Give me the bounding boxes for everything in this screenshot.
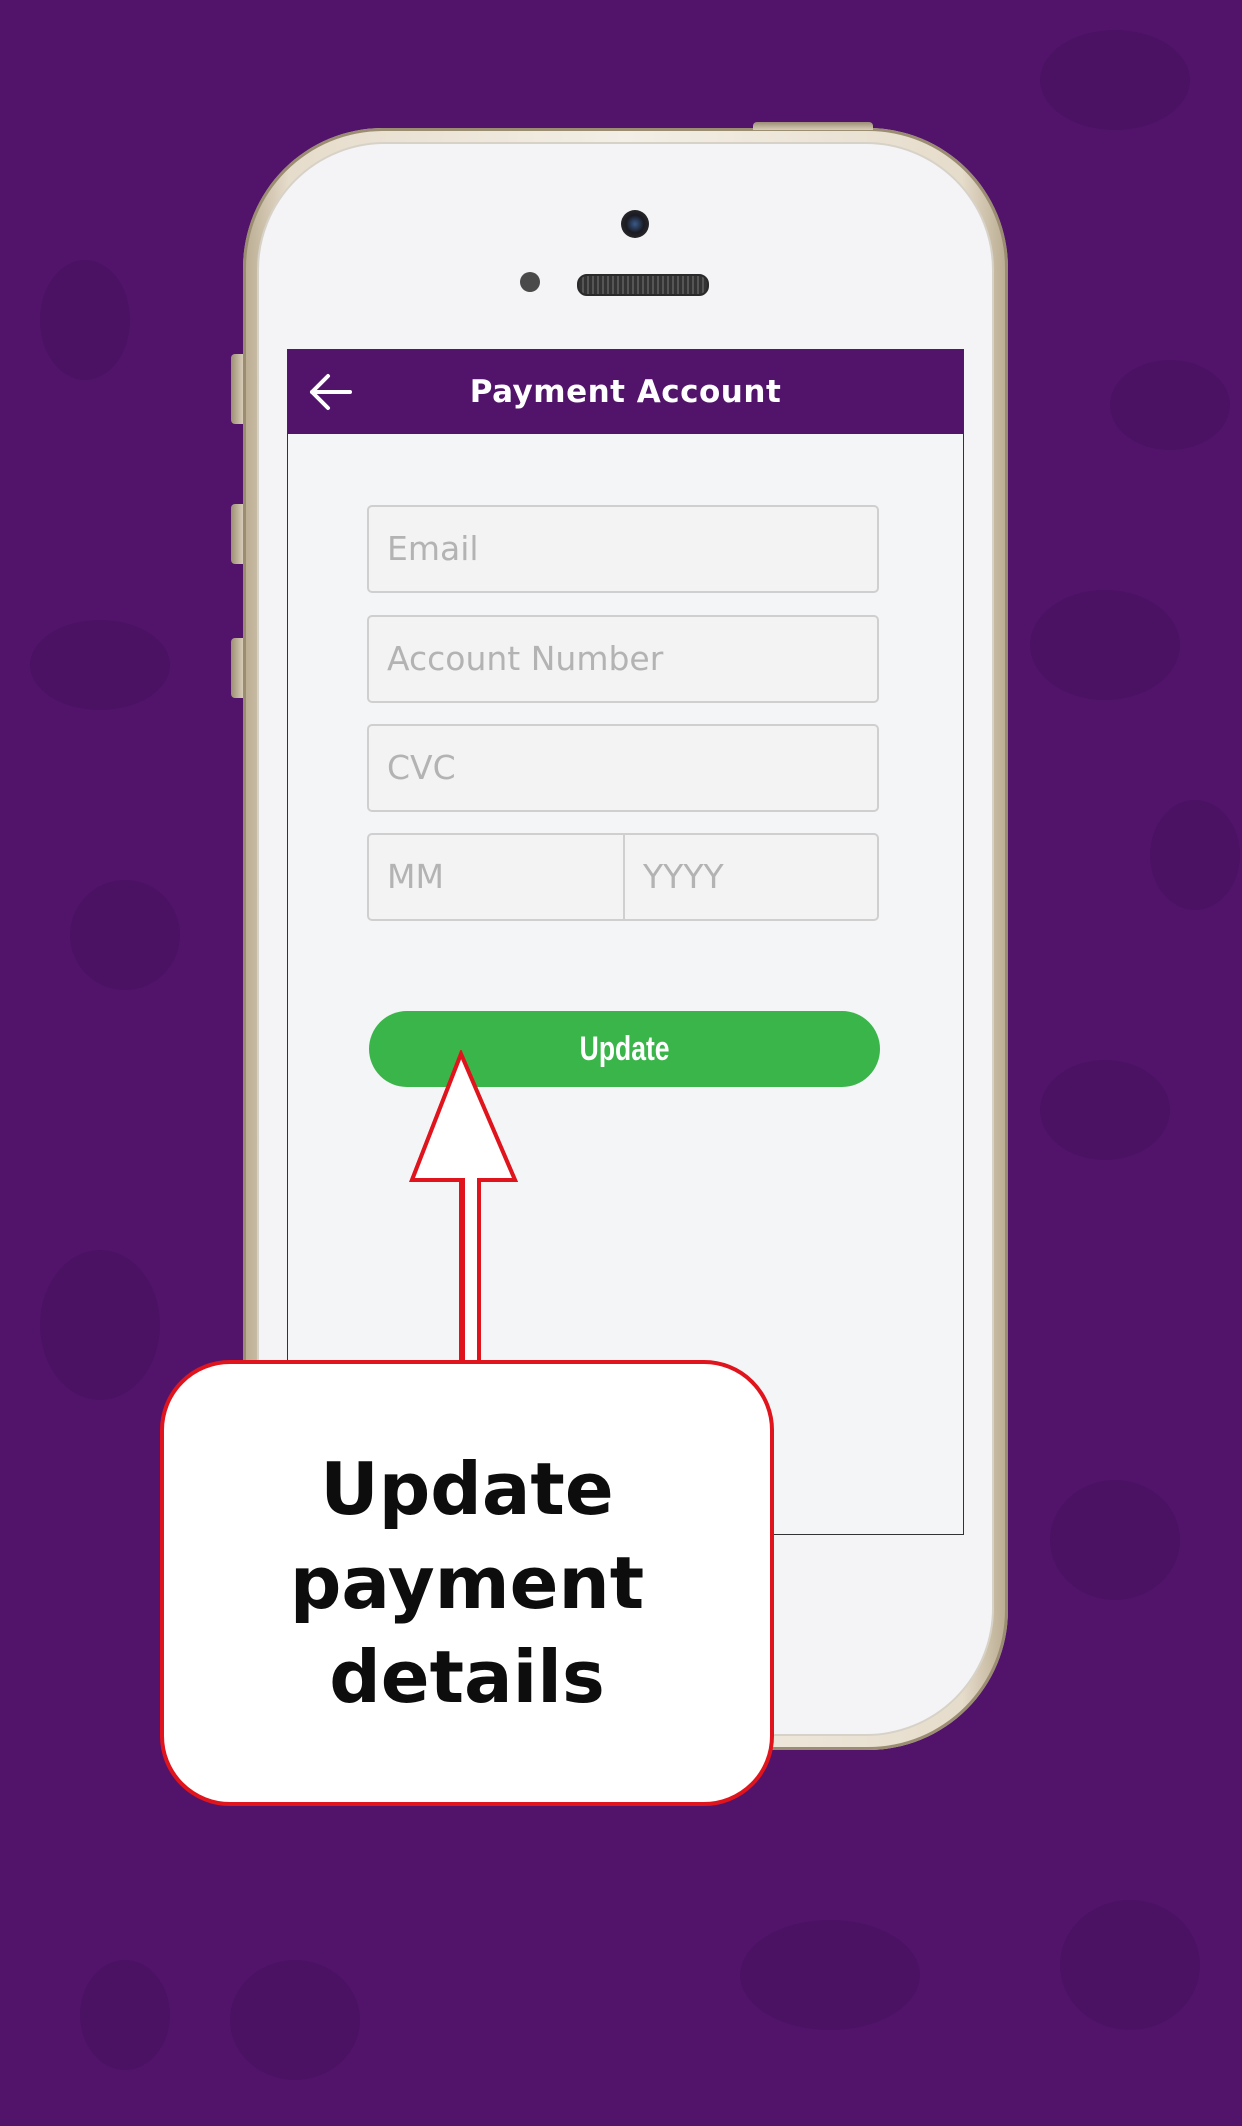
month-placeholder: MM <box>387 857 444 896</box>
volume-up-button <box>231 504 243 564</box>
background-decoration <box>1030 590 1180 700</box>
expiry-year-field[interactable]: YYYY <box>623 833 879 921</box>
update-button-label: Update <box>579 1030 670 1068</box>
cvc-placeholder: CVC <box>387 748 456 787</box>
background-decoration <box>1060 1900 1200 2030</box>
app-bar: Payment Account <box>288 350 963 434</box>
mute-switch <box>231 354 243 424</box>
app-screen: Payment Account Email Account Number CVC… <box>287 349 964 1535</box>
background-decoration <box>30 620 170 710</box>
page-title: Payment Account <box>469 374 782 410</box>
pointer-arrow-icon <box>409 1050 519 1368</box>
camera-icon <box>621 210 649 238</box>
background-decoration <box>1050 1480 1180 1600</box>
background-decoration <box>80 1960 170 2070</box>
account-number-field[interactable]: Account Number <box>367 615 879 703</box>
account-number-placeholder: Account Number <box>387 639 664 678</box>
background-decoration <box>40 1250 160 1400</box>
callout-box: Update payment details <box>160 1360 774 1806</box>
background-decoration <box>740 1920 920 2030</box>
sensor-icon <box>520 272 540 292</box>
email-field[interactable]: Email <box>367 505 879 593</box>
power-button <box>753 122 873 130</box>
background-decoration <box>40 260 130 380</box>
background-decoration <box>230 1960 360 2080</box>
volume-down-button <box>231 638 243 698</box>
background-decoration <box>70 880 180 990</box>
background-decoration <box>1110 360 1230 450</box>
cvc-field[interactable]: CVC <box>367 724 879 812</box>
expiry-month-field[interactable]: MM <box>367 833 625 921</box>
callout-text: Update payment details <box>289 1447 645 1719</box>
background-decoration <box>1040 1060 1170 1160</box>
background-decoration <box>1150 800 1240 910</box>
year-placeholder: YYYY <box>643 857 724 896</box>
email-placeholder: Email <box>387 529 479 568</box>
speaker-grille <box>577 274 709 296</box>
background-decoration <box>1040 30 1190 130</box>
